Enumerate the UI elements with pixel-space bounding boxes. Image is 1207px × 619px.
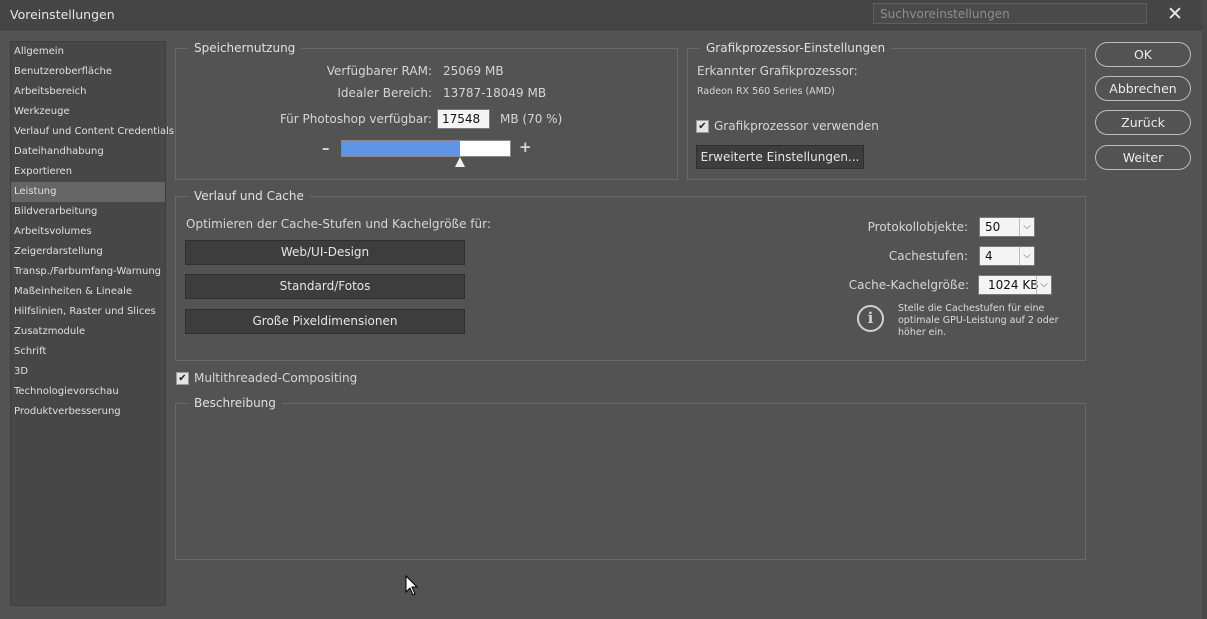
cache-tile-size-value: 1024 KB <box>988 278 1039 292</box>
photoshop-ram-unit: MB (70 %) <box>500 112 563 126</box>
description-group: Beschreibung <box>175 396 1086 560</box>
web-ui-design-button[interactable]: Web/UI-Design <box>185 240 465 265</box>
mouse-cursor-icon <box>405 575 419 596</box>
window-edge <box>1202 0 1207 619</box>
next-button[interactable]: Weiter <box>1095 145 1191 170</box>
sidebar-item-schrift[interactable]: Schrift <box>11 342 165 362</box>
large-pixel-dimensions-button[interactable]: Große Pixeldimensionen <box>185 309 465 334</box>
sidebar-item-arbeitsbereich[interactable]: Arbeitsbereich <box>11 82 165 102</box>
decrease-ram-button[interactable]: – <box>322 139 330 157</box>
sidebar-item-exportieren[interactable]: Exportieren <box>11 162 165 182</box>
sidebar-item-zeigerdarstellung[interactable]: Zeigerdarstellung <box>11 242 165 262</box>
history-states-label: Protokollobjekte: <box>867 220 968 234</box>
window-title: Voreinstellungen <box>10 7 115 22</box>
ram-slider[interactable] <box>341 140 511 157</box>
sidebar-item-bildverarbeitung[interactable]: Bildverarbeitung <box>11 202 165 222</box>
available-ram-label: Verfügbarer RAM: <box>326 64 432 78</box>
history-states-dropdown[interactable]: 50 ⌵ <box>979 217 1035 237</box>
sidebar-item-werkzeuge[interactable]: Werkzeuge <box>11 102 165 122</box>
optimize-label: Optimieren der Cache-Stufen und Kachelgr… <box>186 217 491 231</box>
sidebar-item-produktverbesserung[interactable]: Produktverbesserung <box>11 402 165 422</box>
photoshop-ram-field[interactable]: 17548 <box>437 109 490 129</box>
close-icon[interactable]: ✕ <box>1163 3 1187 25</box>
ideal-range-value: 13787-18049 MB <box>443 86 547 100</box>
sidebar-item-3d[interactable]: 3D <box>11 362 165 382</box>
chevron-down-icon: ⌵ <box>1019 247 1034 265</box>
cache-levels-dropdown[interactable]: 4 ⌵ <box>979 246 1035 266</box>
sidebar-item-benutzeroberflaeche[interactable]: Benutzeroberfläche <box>11 62 165 82</box>
sidebar-item-verlauf[interactable]: Verlauf und Content Credentials <box>11 122 174 142</box>
history-states-value: 50 <box>985 220 1001 234</box>
back-button[interactable]: Zurück <box>1095 110 1191 135</box>
use-gpu-checkbox[interactable]: ✔ <box>696 120 709 133</box>
sidebar-item-arbeitsvolumes[interactable]: Arbeitsvolumes <box>11 222 165 242</box>
sidebar-item-masseinheiten[interactable]: Maßeinheiten & Lineale <box>11 282 165 302</box>
detected-gpu-value: Radeon RX 560 Series (AMD) <box>697 86 835 97</box>
chevron-down-icon: ⌵ <box>1036 276 1051 294</box>
sidebar-item-hilfslinien[interactable]: Hilfslinien, Raster und Slices <box>11 302 165 322</box>
sidebar: Allgemein Benutzeroberfläche Arbeitsbere… <box>10 41 174 606</box>
sidebar-item-zusatzmodule[interactable]: Zusatzmodule <box>11 322 165 342</box>
cache-info-text: Stelle die Cachestufen für eine optimale… <box>898 303 1059 338</box>
sidebar-item-technologievorschau[interactable]: Technologievorschau <box>11 382 165 402</box>
description-legend: Beschreibung <box>194 396 276 410</box>
ram-slider-thumb[interactable] <box>455 157 465 167</box>
chevron-down-icon: ⌵ <box>1019 218 1034 236</box>
standard-photos-button[interactable]: Standard/Fotos <box>185 274 465 299</box>
sidebar-item-allgemein[interactable]: Allgemein <box>11 42 165 62</box>
sidebar-item-dateihandhabung[interactable]: Dateihandhabung <box>11 142 165 162</box>
advanced-settings-button[interactable]: Erweiterte Einstellungen... <box>696 145 864 169</box>
cancel-button[interactable]: Abbrechen <box>1095 76 1191 101</box>
available-ram-value: 25069 MB <box>443 64 504 78</box>
increase-ram-button[interactable]: + <box>519 138 532 156</box>
ideal-range-label: Idealer Bereich: <box>337 86 432 100</box>
ok-button[interactable]: OK <box>1095 42 1191 67</box>
cache-legend: Verlauf und Cache <box>194 189 304 203</box>
multithreaded-checkbox[interactable]: ✔ <box>176 372 189 385</box>
search-input[interactable] <box>873 3 1147 24</box>
photoshop-ram-label: Für Photoshop verfügbar: <box>279 112 432 126</box>
cache-tile-size-label: Cache-Kachelgröße: <box>848 278 969 292</box>
ram-slider-fill <box>342 141 460 156</box>
info-icon: i <box>857 305 884 332</box>
memory-group: Speichernutzung <box>175 41 678 180</box>
cache-levels-value: 4 <box>985 249 993 263</box>
memory-legend: Speichernutzung <box>194 41 296 55</box>
title-bar: Voreinstellungen ✕ <box>0 0 1207 30</box>
detected-gpu-label: Erkannter Grafikprozessor: <box>697 64 858 78</box>
gpu-legend: Grafikprozessor-Einstellungen <box>706 41 886 55</box>
sidebar-item-leistung[interactable]: Leistung <box>11 182 165 202</box>
multithreaded-label: Multithreaded-Compositing <box>194 371 358 385</box>
use-gpu-label: Grafikprozessor verwenden <box>714 119 879 133</box>
cache-levels-label: Cachestufen: <box>888 249 968 263</box>
cache-tile-size-dropdown[interactable]: 1024 KB ⌵ <box>978 275 1052 295</box>
sidebar-item-transparenz[interactable]: Transp./Farbumfang-Warnung <box>11 262 165 282</box>
